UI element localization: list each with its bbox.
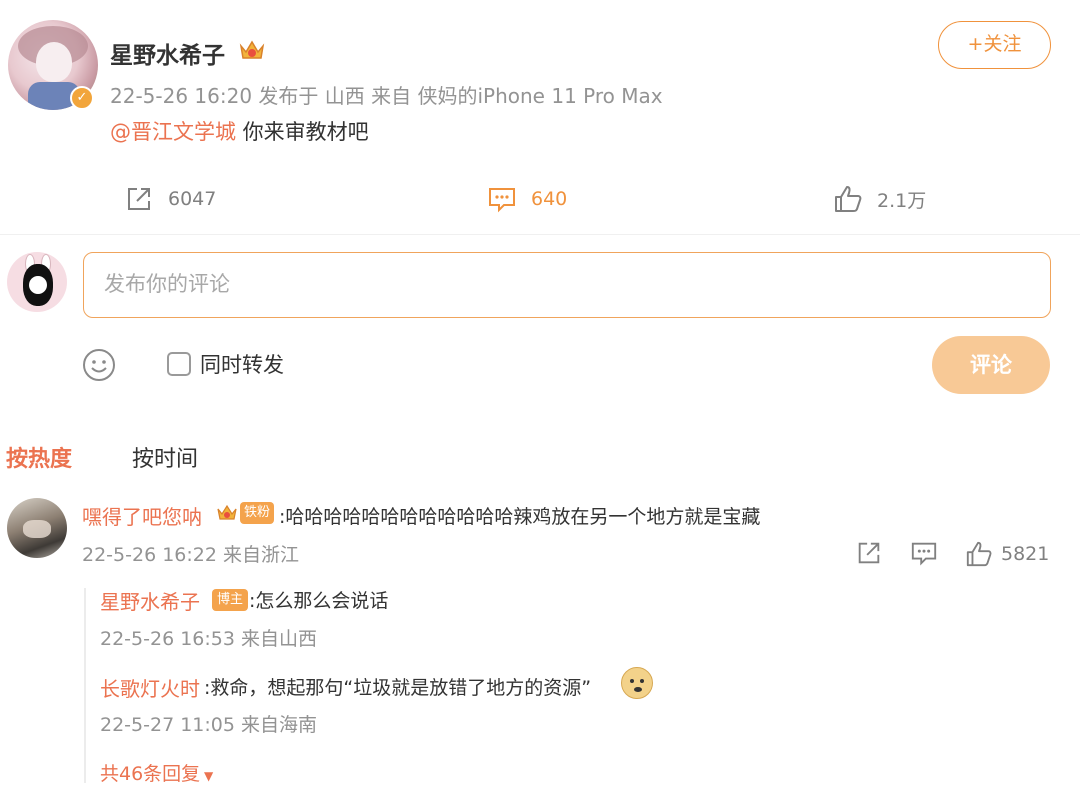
comment-icon <box>489 188 515 213</box>
like-count: 2.1万 <box>877 189 927 212</box>
commenter-avatar[interactable] <box>7 498 67 558</box>
repost-checkbox[interactable] <box>167 352 191 376</box>
emoji-icon[interactable] <box>82 348 116 382</box>
reply-meta: 22-5-27 11:05 来自海南 <box>100 714 317 736</box>
verified-badge-icon <box>70 86 94 110</box>
divider <box>0 234 1080 235</box>
repost-action[interactable]: 6047 <box>124 184 216 214</box>
crown-icon <box>217 504 237 520</box>
repost-label[interactable]: 同时转发 <box>200 349 284 379</box>
tab-sort-hot[interactable]: 按热度 <box>6 441 72 473</box>
my-avatar <box>7 252 67 312</box>
thumbs-up-icon <box>835 186 862 212</box>
post-meta: 22-5-26 16:20 发布于 山西 来自 侠妈的iPhone 11 Pro… <box>110 84 663 108</box>
share-icon[interactable] <box>855 539 883 567</box>
comment-like-count: 5821 <box>1001 543 1050 565</box>
comment-icon[interactable] <box>910 539 938 567</box>
more-replies-label: 共46条回复 <box>100 763 201 785</box>
fan-badge: 铁粉 <box>240 502 275 524</box>
comment-like-action[interactable]: 5821 <box>965 540 1049 568</box>
follow-button[interactable]: +关注 <box>938 21 1051 69</box>
comment-meta: 22-5-26 16:22 来自浙江 <box>82 544 299 566</box>
comment-action[interactable]: 640 <box>487 184 567 214</box>
reply-text: :怎么那么会说话 <box>249 590 389 612</box>
comment-count: 640 <box>531 188 568 210</box>
reply-author[interactable]: 星野水希子 <box>100 586 200 615</box>
reply-text: :救命，想起那句“垃圾就是放错了地方的资源” <box>204 677 592 699</box>
host-badge: 博主 <box>212 589 249 611</box>
tab-sort-time[interactable]: 按时间 <box>132 441 198 473</box>
thumbs-up-icon <box>966 541 992 567</box>
comment-badges: 铁粉 <box>216 502 275 524</box>
comment-author[interactable]: 嘿得了吧您呐 <box>82 501 202 530</box>
chevron-down-icon: ▼ <box>200 769 214 783</box>
reply-thread-line <box>84 588 86 783</box>
share-icon <box>128 188 150 210</box>
crown-icon <box>239 40 265 59</box>
comment-input[interactable] <box>104 272 1030 296</box>
post-author-name[interactable]: 星野水希子 <box>110 36 225 70</box>
doge-emoji-icon <box>621 667 653 699</box>
post-text: 你来审教材吧 <box>236 120 369 144</box>
comment-text: :哈哈哈哈哈哈哈哈哈哈哈哈辣鸡放在另一个地方就是宝藏 <box>279 506 761 528</box>
like-action[interactable]: 2.1万 <box>833 184 926 214</box>
reply-author[interactable]: 长歌灯火时 <box>100 673 200 702</box>
post-content: @晋江文学城 你来审教材吧 <box>110 116 369 146</box>
submit-comment-button[interactable]: 评论 <box>932 336 1050 394</box>
reply-meta: 22-5-26 16:53 来自山西 <box>100 628 317 650</box>
comment-input-box[interactable] <box>83 252 1051 318</box>
mention-link[interactable]: @晋江文学城 <box>110 120 236 144</box>
more-replies-link[interactable]: 共46条回复 ▼ <box>100 759 213 786</box>
repost-count: 6047 <box>168 188 217 210</box>
